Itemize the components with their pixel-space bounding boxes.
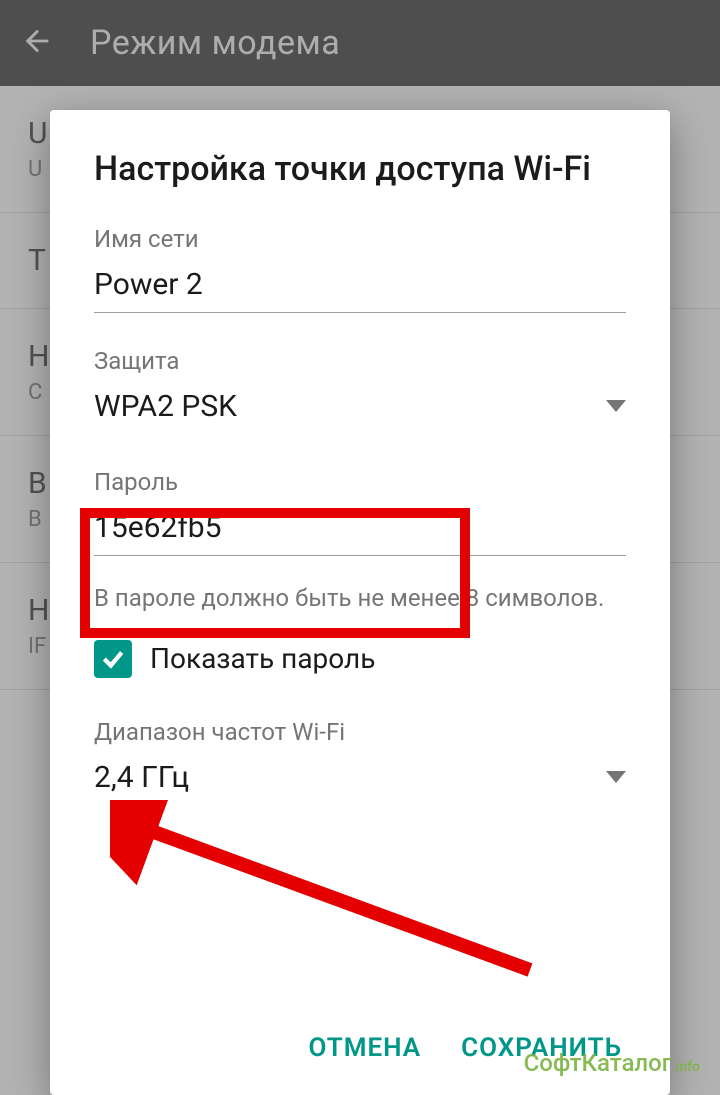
network-name-field: Имя сети: [94, 225, 626, 313]
band-label: Диапазон частот Wi-Fi: [94, 718, 626, 746]
band-value: 2,4 ГГц: [94, 760, 189, 795]
chevron-down-icon: [606, 771, 626, 783]
cancel-button[interactable]: ОТМЕНА: [309, 1033, 422, 1063]
password-helper: В пароле должно быть не менее 8 символов…: [94, 582, 626, 614]
show-password-checkbox[interactable]: [94, 640, 132, 678]
chevron-down-icon: [606, 400, 626, 412]
show-password-row[interactable]: Показать пароль: [94, 640, 626, 678]
show-password-label: Показать пароль: [150, 642, 375, 675]
password-input[interactable]: [94, 504, 626, 556]
security-field[interactable]: Защита WPA2 PSK: [94, 347, 626, 434]
network-name-input[interactable]: [94, 261, 626, 313]
security-value: WPA2 PSK: [94, 389, 237, 424]
hotspot-config-dialog: Настройка точки доступа Wi-Fi Имя сети З…: [50, 110, 670, 1095]
watermark: СофтКаталог.info: [524, 1049, 700, 1077]
dialog-title: Настройка точки доступа Wi-Fi: [94, 148, 626, 191]
band-field[interactable]: Диапазон частот Wi-Fi 2,4 ГГц: [94, 718, 626, 805]
password-field: Пароль: [94, 468, 626, 556]
password-label: Пароль: [94, 468, 626, 496]
security-label: Защита: [94, 347, 626, 375]
network-name-label: Имя сети: [94, 225, 626, 253]
